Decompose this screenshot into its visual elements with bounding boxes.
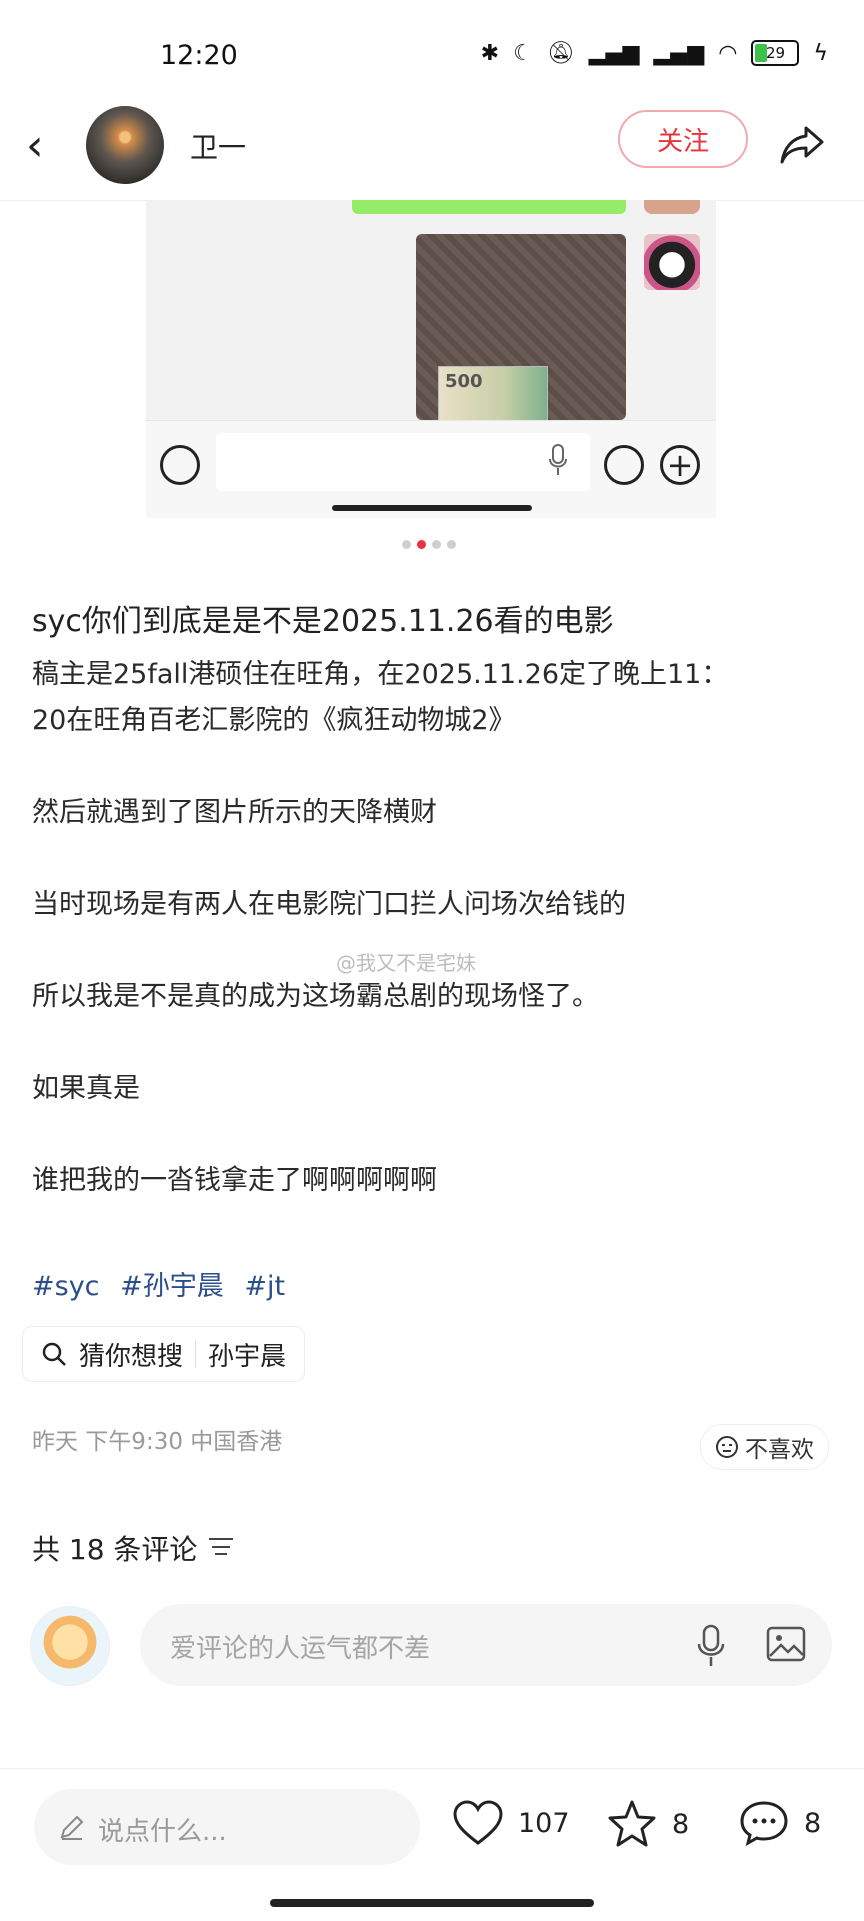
post-meta: 昨天 下午9:30 中国香港 <box>32 1429 283 1455</box>
like-count: 107 <box>518 1807 570 1839</box>
post-paragraph: 然后就遇到了图片所示的天降横财 <box>32 797 437 828</box>
image-icon[interactable] <box>766 1624 806 1664</box>
carousel-dot <box>432 540 441 549</box>
signal-icon: ▂▄▆ <box>588 40 640 66</box>
comment-bubble-icon <box>740 1801 788 1846</box>
tag-link[interactable]: #孙宇晨 <box>120 1271 224 1302</box>
post-paragraph: 所以我是不是真的成为这场霸总剧的现场怪了。 <box>32 981 599 1012</box>
gesture-bar <box>332 505 532 511</box>
like-button[interactable]: 107 <box>452 1799 570 1847</box>
status-icons: ✱ ☾ 🔕︎ ▂▄▆ ▂▄▆ ◠ 29 ϟ <box>481 40 828 66</box>
post-image[interactable]: 500 + <box>146 200 716 518</box>
star-count: 8 <box>672 1808 690 1840</box>
post-tags: #syc #孙宇晨 #jt <box>32 1264 297 1303</box>
say-something-input[interactable]: 说点什么... <box>34 1789 420 1865</box>
post-paragraph: 谁把我的一沓钱拿走了啊啊啊啊啊 <box>32 1165 437 1196</box>
comments-count: 共 18 条评论 <box>32 1533 198 1566</box>
chat-input-bar: + <box>146 420 716 518</box>
comment-button[interactable]: 8 <box>738 1799 821 1847</box>
comment-count: 8 <box>804 1807 822 1839</box>
chat-input-box <box>216 433 590 491</box>
signal-icon: ▂▄▆ <box>653 40 705 66</box>
sort-icon <box>209 1538 234 1558</box>
dislike-label: 不喜欢 <box>745 1437 814 1463</box>
divider <box>195 1341 197 1367</box>
comment-placeholder: 爱评论的人运气都不差 <box>170 1634 431 1664</box>
microphone-icon[interactable] <box>696 1624 726 1668</box>
comment-input[interactable]: 爱评论的人运气都不差 <box>140 1604 832 1686</box>
chat-bubble <box>352 200 626 214</box>
carousel-dot <box>447 540 456 549</box>
chat-avatar-cat <box>644 234 700 290</box>
carousel-indicator <box>402 540 456 549</box>
search-suggest-label: 猜你想搜 <box>79 1341 184 1372</box>
chat-avatar <box>644 200 700 214</box>
carousel-dot <box>402 540 411 549</box>
carousel-dot-active <box>417 540 426 549</box>
dislike-button[interactable]: 不喜欢 <box>700 1424 829 1470</box>
heart-icon <box>453 1800 503 1845</box>
post-paragraph: 当时现场是有两人在电影院门口拦人问场次给钱的 <box>32 889 626 920</box>
share-icon[interactable] <box>776 118 828 170</box>
watermark: @我又不是宅妹 <box>336 951 476 975</box>
tag-link[interactable]: #syc <box>32 1271 100 1302</box>
post-body: 稿主是25fall港硕住在旺角，在2025.11.26定了晚上11： 20在旺角… <box>32 652 832 1204</box>
moon-icon: ☾ <box>513 40 533 66</box>
say-placeholder: 说点什么... <box>98 1817 227 1847</box>
bluetooth-icon: ✱ <box>480 40 500 66</box>
mute-icon: 🔕︎ <box>546 40 575 66</box>
star-icon <box>608 1800 656 1847</box>
emoji-icon <box>604 445 644 485</box>
battery-icon: 29 <box>751 40 800 66</box>
user-avatar <box>30 1606 110 1686</box>
comments-header[interactable]: 共 18 条评论 <box>32 1528 234 1568</box>
post-paragraph: 如果真是 <box>32 1073 140 1104</box>
pen-icon <box>60 1815 84 1840</box>
microphone-icon <box>549 444 567 475</box>
search-icon <box>42 1342 66 1366</box>
banknote-image: 500 <box>438 366 548 422</box>
author-name[interactable]: 卫一 <box>190 126 246 166</box>
follow-button[interactable]: 关注 <box>618 110 748 168</box>
author-avatar[interactable] <box>86 106 164 184</box>
sad-face-icon <box>716 1436 738 1458</box>
search-suggest-term: 孙宇晨 <box>208 1341 287 1372</box>
tag-link[interactable]: #jt <box>244 1271 285 1302</box>
status-time: 12:20 <box>160 40 238 71</box>
plus-icon: + <box>660 445 700 485</box>
wifi-icon: ◠ <box>718 40 738 66</box>
search-suggestion[interactable]: 猜你想搜 孙宇晨 <box>22 1326 306 1382</box>
voice-icon <box>160 445 200 485</box>
post-paragraph: 稿主是25fall港硕住在旺角，在2025.11.26定了晚上11： 20在旺角… <box>32 659 729 736</box>
chat-photo-message: 500 <box>416 234 626 422</box>
post-title: syc你们到底是是不是2025.11.26看的电影 <box>32 604 614 639</box>
bottom-action-bar: 说点什么... 107 8 8 <box>0 1768 864 1921</box>
post-header: ‹ 卫一 关注 <box>0 92 864 201</box>
charging-icon: ϟ <box>813 40 828 66</box>
gesture-bar <box>270 1899 594 1907</box>
favorite-button[interactable]: 8 <box>606 1799 689 1849</box>
back-button[interactable]: ‹ <box>26 118 66 174</box>
